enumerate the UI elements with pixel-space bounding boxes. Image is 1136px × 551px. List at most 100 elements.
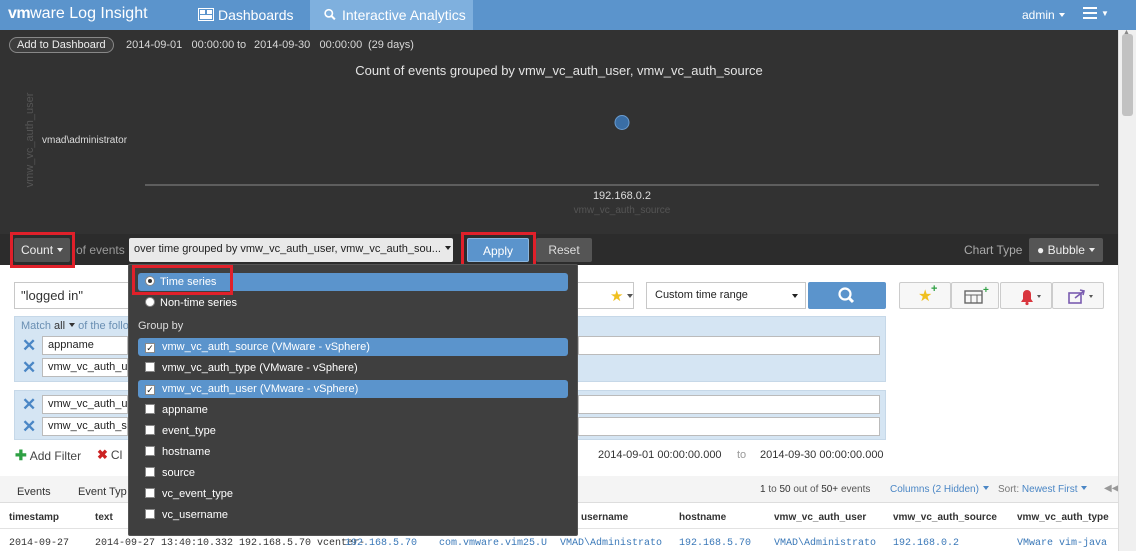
column-header-vmw-vc-auth-source[interactable]: vmw_vc_auth_source [893,512,997,523]
results-range-to: to [737,449,747,461]
cell-appname[interactable]: com.vmware.vim25.U [439,538,547,549]
groupby-field-item[interactable]: vc_username [145,509,228,521]
filter-field-select[interactable]: vmw_vc_auth_u [42,395,128,414]
top-nav-bar [0,0,1136,30]
search-button[interactable] [808,282,886,309]
chart-type-dropdown[interactable]: ● Bubble [1029,238,1103,262]
dashboard-icon [198,8,214,21]
remove-filter-icon[interactable]: ✕ [22,396,36,413]
tab-interactive-analytics[interactable]: Interactive Analytics [310,0,473,30]
remove-filter-icon[interactable]: ✕ [22,418,36,435]
bell-icon [1021,290,1041,306]
checkbox-icon[interactable] [145,446,155,456]
groupby-field-item[interactable]: hostname [145,446,210,458]
add-filter-button[interactable]: ✚ Add Filter [15,447,81,464]
checkbox-icon[interactable] [145,404,155,414]
add-to-dashboard-icon-button[interactable]: + [951,282,999,309]
search-icon [324,8,336,21]
plus-icon: ✚ [15,447,27,463]
product-name: Log Insight [69,5,148,22]
highlight-box [10,232,75,268]
reset-button[interactable]: Reset [536,238,592,262]
checkbox-icon[interactable] [145,467,155,477]
chevron-down-icon [1058,13,1065,17]
column-header-timestamp[interactable]: timestamp [9,512,59,523]
chart-bubble-point[interactable] [614,115,630,130]
time-range-select[interactable]: Custom time range [646,282,806,309]
results-start-time: 2014-09-01 00:00:00.000 [598,449,722,461]
highlight-box [461,232,536,268]
cell-auth-source[interactable]: 192.168.0.2 [893,538,959,549]
groupby-field-item[interactable]: event_type [145,425,216,437]
tab-event-types[interactable]: Event Typ [78,486,127,498]
column-header-hostname[interactable]: hostname [679,512,726,523]
cell-hostname[interactable]: 192.168.5.70 [679,538,751,549]
export-icon [1068,289,1093,304]
star-icon: ★ [610,288,624,305]
groupby-field-item[interactable]: source [145,467,195,479]
column-header-vmw-vc-auth-type[interactable]: vmw_vc_auth_type [1017,512,1109,523]
column-header-vmw-vc-auth-user[interactable]: vmw_vc_auth_user [774,512,866,523]
chart-x-axis-label: vmw_vc_auth_source [573,205,671,216]
checkbox-icon[interactable] [145,425,155,435]
add-favorite-button[interactable]: ★ + [899,282,951,309]
filter-value-input[interactable] [578,395,880,414]
remove-filter-icon[interactable]: ✕ [22,359,36,376]
checkbox-checked-icon[interactable]: ✓ [145,343,155,353]
user-menu[interactable]: admin [1022,8,1065,22]
results-count: 1 to 50 out of 50+ events [760,484,871,495]
groupby-field-item[interactable]: ✓ vmw_vc_auth_source (VMware - vSphere) [145,341,370,353]
cell-auth-user[interactable]: VMAD\Administrato [774,538,876,549]
column-header-username[interactable]: username [581,512,628,523]
groupby-field-item[interactable]: appname [145,404,208,416]
of-events-label: of events [76,243,125,257]
dashboard-add-icon: + [964,285,989,304]
filter-value-input[interactable] [578,417,880,436]
checkbox-icon[interactable] [145,509,155,519]
match-selector[interactable]: Match all of the follo [21,320,129,332]
scrollbar-thumb[interactable] [1122,34,1133,116]
alert-button[interactable] [1000,282,1052,309]
clear-filters-button[interactable]: ✖ Cl [97,447,122,463]
cell-auth-type[interactable]: VMware vim-java [1017,538,1107,549]
checkbox-icon[interactable] [145,488,155,498]
cell-source[interactable]: 192.168.5.70 [345,538,417,549]
page-scrollbar[interactable]: ▲ [1118,29,1136,551]
groupby-field-item[interactable]: vc_event_type [145,488,233,500]
group-by-label: Group by [138,320,184,332]
sort-dropdown[interactable]: Sort: Newest First [998,484,1088,495]
group-by-dropdown[interactable]: over time grouped by vmw_vc_auth_user, v… [129,238,453,262]
cell-timestamp: 2014-09-27 [9,538,70,549]
chevron-down-icon [1088,248,1095,252]
cell-text: 2014-09-27 13:40:10.332 192.168.5.70 vce… [95,538,366,549]
chevron-down-icon: ▼ [1101,9,1109,18]
favorite-query-dropdown[interactable]: ★ [610,287,634,305]
filter-field-select[interactable]: vmw_vc_auth_s [42,417,128,436]
search-icon [838,287,855,304]
groupby-field-item[interactable]: ✓ vmw_vc_auth_user (VMware - vSphere) [145,383,358,395]
filter-field-select[interactable]: vmw_vc_auth_u [42,358,128,377]
export-button[interactable] [1052,282,1104,309]
menu-icon[interactable] [1083,7,1097,22]
columns-dropdown[interactable]: Columns (2 Hidden) [890,484,989,495]
checkbox-checked-icon[interactable]: ✓ [145,385,155,395]
checkbox-icon[interactable] [145,362,155,372]
chevron-down-icon [982,486,989,490]
remove-filter-icon[interactable]: ✕ [22,337,36,354]
column-header-text[interactable]: text [95,512,113,523]
radio-icon[interactable] [145,297,155,307]
chevron-down-icon [627,294,634,298]
results-end-time: 2014-09-30 00:00:00.000 [760,449,884,461]
tab-events[interactable]: Events [17,486,51,498]
chevron-down-icon [792,294,798,298]
chart-x-tick: 192.168.0.2 [592,190,652,202]
cell-username[interactable]: VMAD\Administrato [560,538,662,549]
chevron-down-icon [1081,486,1088,490]
filter-value-input[interactable] [578,336,880,355]
tab-dashboards[interactable]: Dashboards [190,0,304,30]
filter-field-select[interactable]: appname [42,336,128,355]
option-non-time-series[interactable]: Non-time series [145,297,237,309]
close-icon: ✖ [97,447,108,462]
vmware-logo[interactable]: vmware Log Insight [8,5,148,23]
groupby-field-item[interactable]: vmw_vc_auth_type (VMware - vSphere) [145,362,358,374]
